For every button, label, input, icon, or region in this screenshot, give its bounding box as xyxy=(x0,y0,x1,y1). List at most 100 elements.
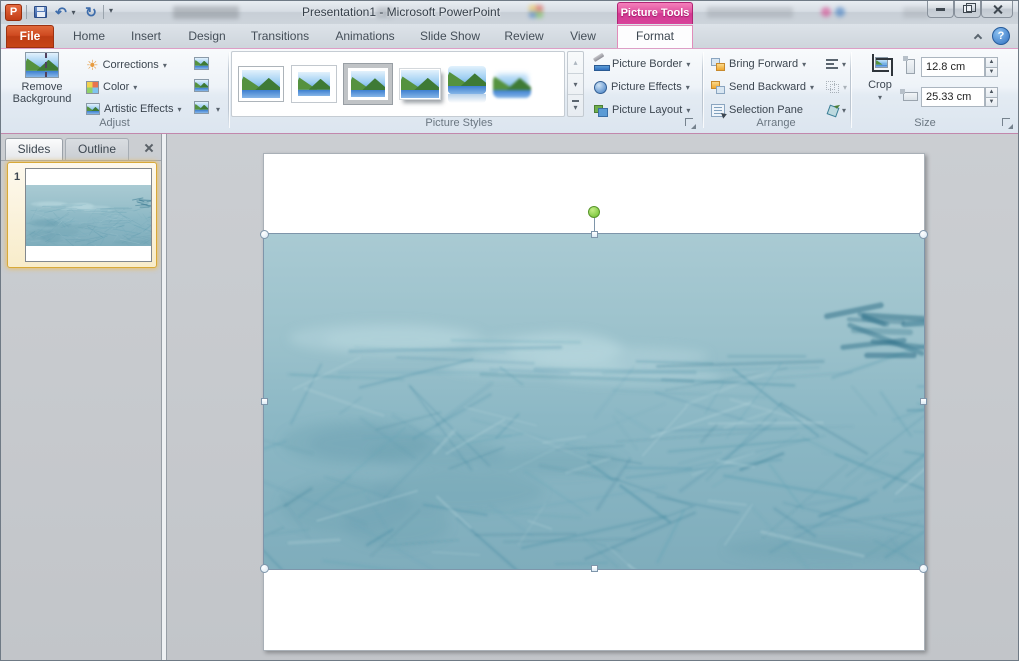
close-button[interactable] xyxy=(981,1,1013,18)
align-icon xyxy=(826,59,838,69)
resize-handle-top-right[interactable] xyxy=(919,230,928,239)
tab-transitions[interactable]: Transitions xyxy=(243,25,317,48)
color-button[interactable]: Color xyxy=(83,77,140,97)
background-window-artifact xyxy=(821,7,831,17)
size-dialog-launcher[interactable] xyxy=(1002,118,1013,129)
dropdown-arrow-icon xyxy=(802,58,806,70)
send-backward-button[interactable]: Send Backward xyxy=(708,77,817,97)
picture-effects-button[interactable]: Picture Effects xyxy=(591,77,693,97)
resize-handle-bottom-right[interactable] xyxy=(919,564,928,573)
slide-thumbnail[interactable] xyxy=(25,168,152,262)
height-decrement-button[interactable]: ▼ xyxy=(985,66,998,77)
redo-button[interactable] xyxy=(83,3,99,21)
resize-handle-bottom-left[interactable] xyxy=(260,564,269,573)
gallery-more-button[interactable]: ▾ xyxy=(568,95,583,116)
gallery-scroll-down-button[interactable]: ▾ xyxy=(568,74,583,96)
tab-format[interactable]: Format xyxy=(617,25,693,48)
picture-border-button[interactable]: Picture Border xyxy=(591,54,693,74)
dropdown-arrow-icon xyxy=(843,81,847,93)
picture-border-label: Picture Border xyxy=(612,58,683,70)
artistic-effects-label: Artistic Effects xyxy=(104,103,174,115)
bring-forward-button[interactable]: Bring Forward xyxy=(708,54,809,74)
picture-style-simple-frame[interactable] xyxy=(238,66,284,102)
compress-pictures-button[interactable] xyxy=(191,53,212,73)
height-increment-button[interactable]: ▲ xyxy=(985,57,998,67)
group-button[interactable] xyxy=(823,77,850,97)
width-decrement-button[interactable]: ▼ xyxy=(985,96,998,107)
gallery-scrollbar: ▴ ▾ ▾ xyxy=(567,51,584,117)
qat-separator xyxy=(103,5,104,19)
picture-texture xyxy=(264,234,924,569)
change-picture-icon xyxy=(194,78,209,92)
slides-panel: Slides Outline 1 xyxy=(1,134,161,660)
style-thumbnail-icon xyxy=(351,71,385,97)
help-button[interactable]: ? xyxy=(992,27,1010,45)
gallery-scroll-up-button[interactable]: ▴ xyxy=(568,52,583,74)
group-label-picture-styles: Picture Styles xyxy=(425,117,493,129)
undo-button[interactable] xyxy=(53,3,69,21)
resize-handle-left[interactable] xyxy=(261,398,268,405)
tab-slides[interactable]: Slides xyxy=(5,138,63,160)
width-field[interactable] xyxy=(921,87,985,107)
picture-style-soft-edge[interactable] xyxy=(493,70,531,98)
group-label-arrange: Arrange xyxy=(756,117,796,129)
reset-picture-button[interactable] xyxy=(191,97,212,117)
picture-style-reflected-rounded[interactable] xyxy=(448,65,486,103)
undo-dropdown-arrow-icon[interactable] xyxy=(69,3,78,21)
collapse-ribbon-button[interactable] xyxy=(970,29,986,44)
resize-handle-top[interactable] xyxy=(591,231,598,238)
picture-style-metal-frame[interactable] xyxy=(343,63,393,105)
selected-picture[interactable] xyxy=(263,233,925,570)
qat-separator xyxy=(26,5,27,19)
change-picture-button[interactable] xyxy=(191,75,212,95)
workspace: Slides Outline 1 xyxy=(1,134,1018,660)
slide[interactable] xyxy=(260,153,928,651)
resize-handle-top-left[interactable] xyxy=(260,230,269,239)
rotation-handle[interactable] xyxy=(588,206,600,218)
dropdown-arrow-icon xyxy=(842,58,846,70)
pen-border-icon xyxy=(594,58,610,71)
more-styles-icon xyxy=(572,99,579,102)
tab-review[interactable]: Review xyxy=(497,25,551,48)
tab-home[interactable]: Home xyxy=(65,25,113,48)
tab-view[interactable]: View xyxy=(559,25,607,48)
customize-qat-button[interactable] xyxy=(107,3,121,21)
tab-design[interactable]: Design xyxy=(179,25,235,48)
group-objects-icon xyxy=(826,81,839,93)
tab-slide-show[interactable]: Slide Show xyxy=(411,25,489,48)
resize-handle-right[interactable] xyxy=(920,398,927,405)
slide-thumbnail-selection[interactable]: 1 xyxy=(7,162,157,268)
customize-qat-icon xyxy=(109,9,119,15)
style-thumbnail-icon xyxy=(242,70,280,98)
corrections-label: Corrections xyxy=(102,59,159,71)
width-increment-button[interactable]: ▲ xyxy=(985,87,998,97)
align-button[interactable] xyxy=(823,54,849,74)
picture-layout-label: Picture Layout xyxy=(612,104,683,116)
ribbon-format: Remove Background Corrections Color Arti… xyxy=(1,48,1018,134)
picture-style-beveled-matte[interactable] xyxy=(291,65,337,103)
powerpoint-app-icon[interactable]: P xyxy=(5,4,22,21)
artistic-effects-button[interactable]: Artistic Effects xyxy=(83,99,185,119)
tab-outline[interactable]: Outline xyxy=(65,138,129,160)
picture-effects-label: Picture Effects xyxy=(611,81,682,93)
picture-style-drop-shadow[interactable] xyxy=(399,68,441,100)
tab-animations[interactable]: Animations xyxy=(327,25,403,48)
resize-handle-bottom[interactable] xyxy=(591,565,598,572)
height-field[interactable] xyxy=(921,57,985,77)
reset-picture-dropdown[interactable] xyxy=(213,99,223,119)
tab-insert[interactable]: Insert xyxy=(121,25,171,48)
brightness-sun-icon xyxy=(86,58,99,73)
dropdown-arrow-icon xyxy=(878,91,882,103)
remove-background-button[interactable]: Remove Background xyxy=(9,52,75,105)
picture-styles-dialog-launcher[interactable] xyxy=(685,118,696,129)
crop-button[interactable]: Crop xyxy=(859,53,901,103)
corrections-button[interactable]: Corrections xyxy=(83,55,170,75)
remove-background-label: Remove Background xyxy=(12,81,72,105)
close-panel-button[interactable] xyxy=(143,142,155,154)
save-button[interactable] xyxy=(31,3,49,21)
minimize-button[interactable] xyxy=(927,1,954,18)
background-window-artifact xyxy=(707,7,793,18)
tab-file[interactable]: File xyxy=(6,25,54,48)
style-thumbnail-icon xyxy=(298,72,330,96)
restore-button[interactable] xyxy=(954,1,981,18)
